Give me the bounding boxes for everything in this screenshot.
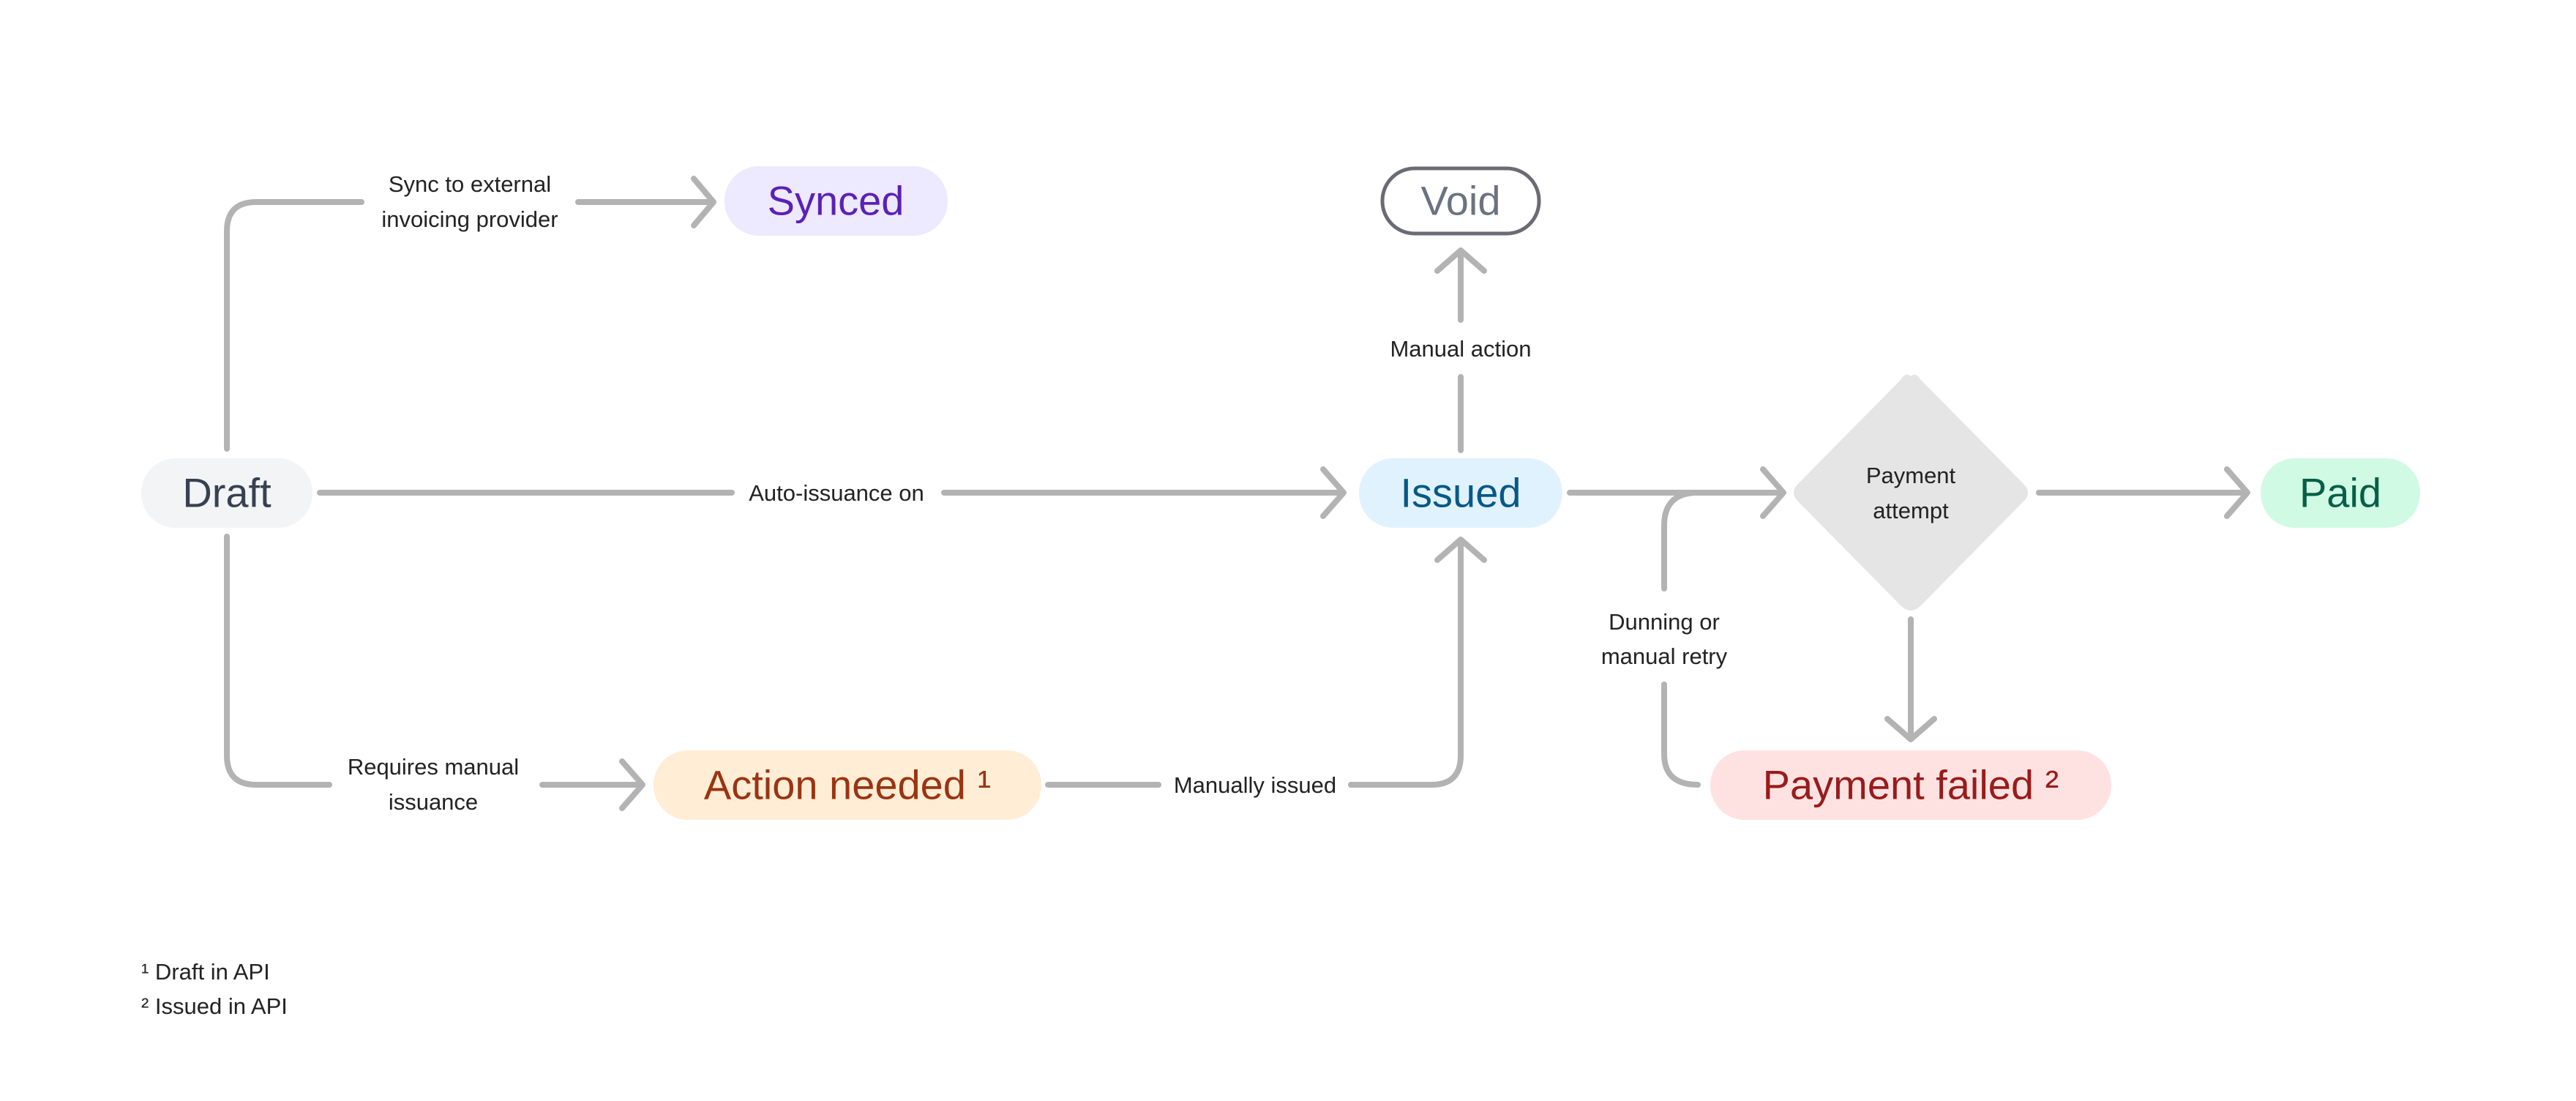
- edge-label-sync-2: invoicing provider: [381, 206, 558, 232]
- node-issued: Issued: [1359, 458, 1562, 528]
- node-label: Payment: [1866, 463, 1956, 488]
- footnote-2: ² Issued in API: [141, 993, 288, 1019]
- edge-label-dunning-2: manual retry: [1601, 643, 1728, 669]
- node-label: Draft: [182, 470, 272, 516]
- node-paid: Paid: [2261, 458, 2420, 528]
- node-label: Issued: [1401, 470, 1521, 516]
- invoice-state-diagram: Sync to external invoicing provider Auto…: [141, 166, 2420, 1019]
- node-payment-failed: Payment failed ²: [1710, 750, 2111, 820]
- edge-issued-to-payment-attempt: [1567, 466, 1786, 519]
- edge-payment-attempt-to-paid: [2036, 466, 2250, 519]
- node-label: Payment failed ²: [1763, 762, 2059, 808]
- edge-dunning-retry: [1661, 490, 1701, 788]
- node-payment-attempt: Payment attempt: [1794, 374, 2028, 611]
- node-void: Void: [1380, 166, 1541, 236]
- edge-label-requires-manual-2: issuance: [389, 789, 478, 815]
- node-action-needed: Action needed ¹: [654, 750, 1041, 820]
- edge-label-dunning: Dunning or: [1609, 609, 1720, 635]
- node-label: Void: [1421, 178, 1501, 224]
- edge-label-requires-manual: Requires manual: [348, 754, 519, 780]
- node-synced: Synced: [724, 166, 948, 236]
- edge-label-auto-issuance: Auto-issuance on: [749, 480, 924, 506]
- footnote-1: ¹ Draft in API: [141, 959, 270, 985]
- node-label: Paid: [2299, 470, 2381, 516]
- node-label-2: attempt: [1873, 498, 1949, 523]
- edge-payment-attempt-to-failed: [1884, 616, 1937, 742]
- node-label: Action needed ¹: [704, 762, 991, 808]
- edge-label-sync: Sync to external: [389, 171, 551, 197]
- node-label: Synced: [768, 178, 905, 224]
- edge-label-manually-issued: Manually issued: [1174, 772, 1336, 798]
- edge-label-manual-action: Manual action: [1390, 336, 1531, 362]
- node-draft: Draft: [141, 458, 312, 528]
- edge-action-needed-to-issued: [1045, 537, 1487, 788]
